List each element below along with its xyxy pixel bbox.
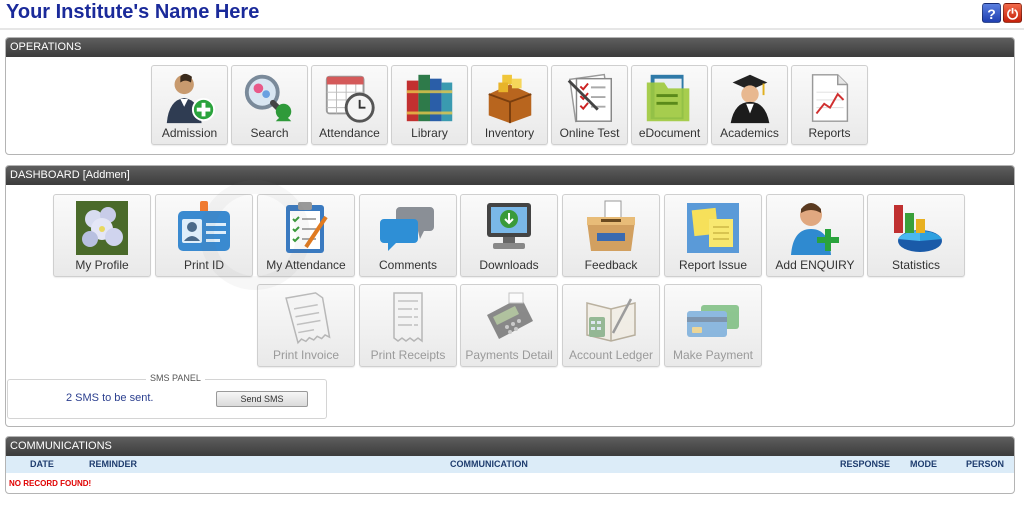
tile-inventory[interactable]: Inventory [471,65,548,145]
communications-panel: COMMUNICATIONS DATE REMINDER COMMUNICATI… [5,436,1015,494]
tile-inventory-label: Inventory [484,126,535,140]
online-test-icon [567,73,612,123]
tile-account-ledger[interactable]: Account Ledger [562,284,660,367]
tile-comments-label: Comments [378,258,437,272]
column-header-communication[interactable]: COMMUNICATION [450,459,528,469]
column-header-reminder[interactable]: REMINDER [89,459,137,469]
tile-print-id[interactable]: Print ID [155,194,253,277]
sticky-notes-icon [687,203,739,253]
tile-academics-label: Academics [720,126,779,140]
communications-panel-title: COMMUNICATIONS [6,437,1014,456]
id-card-icon [178,201,230,251]
no-record-message: NO RECORD FOUND! [9,479,92,488]
ledger-icon [586,298,636,342]
credit-card-icon [687,305,739,337]
column-header-date[interactable]: DATE [30,459,54,469]
receipt-icon [393,292,423,343]
logout-power-button[interactable]: ⏻ [1003,3,1022,23]
sms-pending-count: 2 SMS to be sent. [66,392,154,404]
inventory-icon [487,74,532,124]
app-header: Your Institute's Name Here ? ⏻ [0,0,1024,28]
tile-search[interactable]: Search [231,65,308,145]
tile-add-enquiry-label: Add ENQUIRY [775,258,855,272]
attendance-icon [325,75,375,123]
tile-comments[interactable]: Comments [359,194,457,277]
tile-my-profile-label: My Profile [75,258,129,272]
tile-feedback-label: Feedback [584,258,638,272]
tile-payments-detail-label: Payments Detail [465,348,553,362]
tile-account-ledger-label: Account Ledger [568,348,654,362]
edocument-icon [646,74,689,122]
communications-table-header: DATE REMINDER COMMUNICATION RESPONSE MOD… [6,456,1014,473]
institute-title: Your Institute's Name Here [6,1,260,23]
header-divider [0,28,1024,30]
statistics-icon [894,205,942,252]
tile-library[interactable]: Library [391,65,468,145]
tile-print-id-label: Print ID [183,258,224,272]
tile-print-receipts[interactable]: Print Receipts [359,284,457,367]
reports-icon [811,74,848,122]
tile-reports[interactable]: Reports [791,65,868,145]
tile-make-payment[interactable]: Make Payment [664,284,762,367]
search-icon [244,74,291,122]
add-user-icon [791,203,839,255]
dashboard-panel-title: DASHBOARD [Addmen] [6,166,1014,185]
tile-feedback[interactable]: Feedback [562,194,660,277]
sms-panel: SMS PANEL 2 SMS to be sent. Send SMS [7,373,327,419]
tile-edocument[interactable]: eDocument [631,65,708,145]
column-header-mode[interactable]: MODE [910,459,937,469]
tile-make-payment-label: Make Payment [672,348,754,362]
send-sms-button[interactable]: Send SMS [216,391,308,407]
card-terminal-icon [487,292,533,339]
tile-statistics-label: Statistics [891,258,940,272]
tile-my-attendance-label: My Attendance [266,258,346,272]
help-button[interactable]: ? [982,3,1001,23]
sms-panel-legend: SMS PANEL [146,373,205,383]
tile-my-profile[interactable]: My Profile [53,194,151,277]
tile-online-test-label: Online Test [559,126,620,140]
tile-edocument-label: eDocument [638,126,701,140]
column-header-person[interactable]: PERSON [966,459,1004,469]
tile-downloads[interactable]: Downloads [460,194,558,277]
tile-reports-label: Reports [808,126,851,140]
tile-report-issue-label: Report Issue [678,258,748,272]
tile-print-invoice[interactable]: Print Invoice [257,284,355,367]
feedback-box-icon [587,200,635,251]
operations-panel: OPERATIONS Admission Search Attendance L… [5,37,1015,155]
tile-report-issue[interactable]: Report Issue [664,194,762,277]
invoice-icon [285,292,331,345]
tile-my-attendance[interactable]: My Attendance [257,194,355,277]
comments-icon [380,207,434,251]
operations-panel-title: OPERATIONS [6,38,1014,57]
admission-icon [166,73,215,124]
profile-photo-icon [76,201,128,255]
tile-attendance-label: Attendance [319,126,380,140]
tile-search-label: Search [250,126,289,140]
column-header-response[interactable]: RESPONSE [840,459,890,469]
tile-admission-label: Admission [161,126,218,140]
tile-library-label: Library [411,126,448,140]
tile-attendance[interactable]: Attendance [311,65,388,145]
tile-statistics[interactable]: Statistics [867,194,965,277]
tile-print-invoice-label: Print Invoice [272,348,340,362]
tile-admission[interactable]: Admission [151,65,228,145]
tile-online-test[interactable]: Online Test [551,65,628,145]
downloads-icon [487,203,531,249]
tile-add-enquiry[interactable]: Add ENQUIRY [766,194,864,277]
library-icon [406,74,452,122]
tile-print-receipts-label: Print Receipts [370,348,446,362]
tile-payments-detail[interactable]: Payments Detail [460,284,558,367]
academics-icon [730,74,769,124]
tile-academics[interactable]: Academics [711,65,788,145]
clipboard-icon [286,202,328,253]
tile-downloads-label: Downloads [479,258,539,272]
